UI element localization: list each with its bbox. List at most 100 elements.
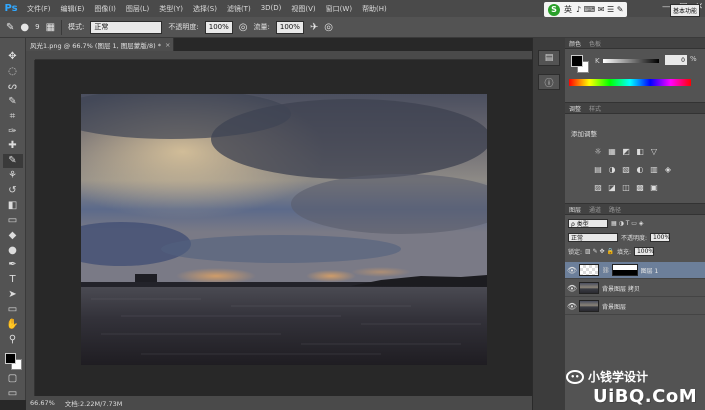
lasso-icon[interactable]: ᔕ	[3, 79, 23, 93]
visibility-eye-icon[interactable]: 👁	[565, 284, 579, 293]
airbrush-icon[interactable]: ✈	[310, 22, 318, 33]
color-spectrum[interactable]	[569, 79, 691, 86]
fill-field[interactable]: 100%	[633, 247, 654, 256]
adjustment-icon[interactable]: ◧	[635, 146, 645, 156]
toolbar-grip[interactable]	[3, 43, 23, 49]
history-panel-icon[interactable]: ▤	[538, 50, 560, 66]
horizontal-ruler[interactable]	[35, 51, 532, 60]
color-swatches[interactable]	[3, 351, 23, 371]
landscape-photo[interactable]	[81, 94, 487, 365]
pressure-size-icon[interactable]: ◎	[324, 22, 333, 33]
layer-row[interactable]: 👁 背景图层	[565, 298, 705, 315]
layer-row[interactable]: 👁 ⛓ 图层 1	[565, 262, 705, 279]
healing-icon[interactable]: ✚	[3, 139, 23, 153]
quick-mask-icon[interactable]: ▢	[3, 371, 23, 385]
ime-tools-icon[interactable]: ♪ ⌨ ✉ ☰ ✎	[576, 5, 623, 14]
k-slider[interactable]	[603, 59, 659, 63]
k-value-field[interactable]: 0	[665, 55, 687, 65]
adjustment-icon[interactable]: ◪	[607, 182, 617, 192]
zoom-icon[interactable]: ⚲	[3, 332, 23, 346]
opacity-field[interactable]: 100%	[204, 20, 233, 34]
crop-icon[interactable]: ⌗	[3, 109, 23, 123]
tab-paths[interactable]: 路径	[609, 205, 621, 214]
adjustment-icon[interactable]: ▦	[607, 146, 617, 156]
menu-item-7[interactable]: 3D(D)	[256, 4, 287, 14]
adjustment-icon[interactable]: ◐	[635, 164, 645, 174]
document-size[interactable]: 文档:2.22M/7.73M	[65, 398, 123, 408]
type-icon[interactable]: T	[3, 273, 23, 287]
adjustment-icon[interactable]: ☼	[593, 146, 603, 156]
foreground-color-swatch[interactable]	[571, 55, 583, 67]
flow-field[interactable]: 100%	[275, 20, 304, 34]
visibility-eye-icon[interactable]: 👁	[565, 266, 579, 275]
adjustment-icon[interactable]: ◫	[621, 182, 631, 192]
adjustment-icon[interactable]: ▩	[635, 182, 645, 192]
workspace-select[interactable]: 基本功能	[670, 4, 700, 17]
tab-layers[interactable]: 图层	[569, 205, 581, 214]
close-tab-icon[interactable]: ×	[165, 41, 170, 49]
tab-color[interactable]: 颜色	[569, 39, 581, 48]
visibility-eye-icon[interactable]: 👁	[565, 302, 579, 311]
layer-row[interactable]: 👁 背景图层 拷贝	[565, 280, 705, 297]
lock-icons[interactable]: ▨ ✎ ✥ 🔒	[585, 248, 614, 255]
menu-item-3[interactable]: 图层(L)	[121, 4, 154, 14]
dodge-icon[interactable]: ●	[3, 243, 23, 257]
adjustment-icon[interactable]: ◑	[607, 164, 617, 174]
menu-item-5[interactable]: 选择(S)	[188, 4, 222, 14]
filter-icons[interactable]: ▦ ◑ T ▭ ◈	[611, 220, 643, 227]
layer-thumbnail[interactable]	[579, 282, 599, 294]
brush-preset-icon[interactable]: ●	[20, 22, 29, 33]
adjustment-icon[interactable]: ◩	[621, 146, 631, 156]
shape-icon[interactable]: ▭	[3, 303, 23, 317]
adjustment-icon[interactable]: ▥	[649, 164, 659, 174]
mode-select[interactable]: 正常	[90, 20, 163, 34]
brush-panel-icon[interactable]: ▦	[46, 22, 55, 33]
adjustment-icon[interactable]: ▨	[593, 182, 603, 192]
adjustment-icon[interactable]: ◈	[663, 164, 673, 174]
adjustment-icon[interactable]: ▽	[649, 146, 659, 156]
menu-item-9[interactable]: 窗口(W)	[321, 4, 357, 14]
screen-mode-icon[interactable]: ▭	[3, 386, 23, 400]
adjustment-icon[interactable]: ▤	[593, 164, 603, 174]
foreground-swatch[interactable]	[4, 353, 16, 365]
layer-thumbnail[interactable]	[579, 300, 599, 312]
hand-icon[interactable]: ✋	[3, 317, 23, 331]
blend-mode-select[interactable]: 正常	[568, 233, 618, 242]
tab-adjustments[interactable]: 调整	[569, 104, 581, 113]
brush-icon[interactable]: ✎	[2, 153, 23, 168]
ime-language[interactable]: 英	[564, 4, 572, 15]
gradient-icon[interactable]: ▭	[3, 213, 23, 227]
menu-item-0[interactable]: 文件(F)	[22, 4, 56, 14]
layer-mask-thumbnail[interactable]	[611, 264, 638, 276]
tab-styles[interactable]: 样式	[589, 104, 601, 113]
menu-item-8[interactable]: 视图(V)	[286, 4, 320, 14]
menu-item-1[interactable]: 编辑(E)	[56, 4, 90, 14]
layer-thumbnail[interactable]	[579, 264, 599, 276]
properties-panel-icon[interactable]: ⓘ	[538, 74, 560, 90]
document-tab[interactable]: 风光1.png @ 66.7% (图层 1, 图层蒙版/8) * ×	[26, 38, 174, 51]
adjustment-icon[interactable]: ▧	[621, 164, 631, 174]
brush-tool-icon[interactable]: ✎	[6, 22, 14, 33]
tab-swatches[interactable]: 色板	[589, 39, 601, 48]
tab-channels[interactable]: 通道	[589, 205, 601, 214]
layer-opacity-field[interactable]: 100%	[650, 233, 670, 242]
history-brush-icon[interactable]: ↺	[3, 184, 23, 198]
adjustment-icon[interactable]: ▣	[649, 182, 659, 192]
stamp-icon[interactable]: ⚘	[3, 169, 23, 183]
pen-icon[interactable]: ✒	[3, 258, 23, 272]
menu-item-4[interactable]: 类型(Y)	[154, 4, 188, 14]
pressure-opacity-icon[interactable]: ◎	[239, 22, 248, 33]
vertical-ruler[interactable]	[26, 60, 35, 396]
quick-select-icon[interactable]: ✎	[3, 94, 23, 108]
eyedropper-icon[interactable]: ✑	[3, 124, 23, 138]
menu-item-10[interactable]: 帮助(H)	[357, 4, 392, 14]
zoom-level[interactable]: 66.67%	[30, 399, 55, 407]
menu-item-6[interactable]: 滤镜(T)	[222, 4, 256, 14]
path-select-icon[interactable]: ➤	[3, 288, 23, 302]
marquee-icon[interactable]: ◌	[3, 65, 23, 79]
link-icon[interactable]: ⛓	[602, 267, 610, 274]
layer-filter-select[interactable]: ρ 类型	[568, 219, 608, 228]
menu-item-2[interactable]: 图像(I)	[89, 4, 121, 14]
eraser-icon[interactable]: ◧	[3, 198, 23, 212]
blur-icon[interactable]: ◆	[3, 228, 23, 242]
